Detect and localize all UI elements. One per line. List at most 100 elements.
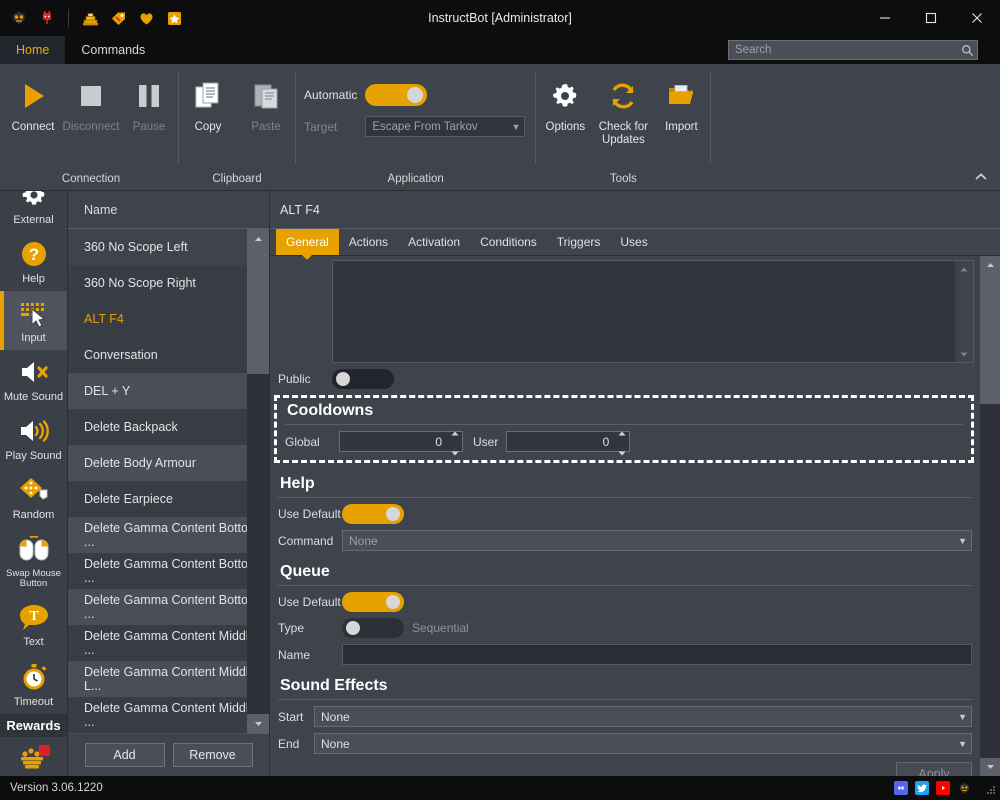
list-scrollbar[interactable]	[247, 229, 269, 734]
tab-conditions[interactable]: Conditions	[470, 229, 547, 255]
ribbon-group-clipboard: Copy Paste Clipboard	[179, 64, 295, 190]
list-item[interactable]: Conversation	[68, 337, 269, 373]
rail-item-mute-sound[interactable]: Mute Sound	[0, 350, 67, 409]
tab-general[interactable]: General	[276, 229, 339, 255]
list-item[interactable]: Delete Gamma Content Middle L...	[68, 661, 269, 697]
queue-type-value: Sequential	[412, 621, 469, 635]
discord-icon[interactable]	[894, 781, 908, 795]
scroll-up-button[interactable]	[980, 256, 1000, 274]
pause-icon	[132, 76, 166, 116]
tab-actions[interactable]: Actions	[339, 229, 398, 255]
twitter-icon[interactable]	[915, 781, 929, 795]
import-button[interactable]: Import	[652, 72, 710, 134]
list-item[interactable]: 360 No Scope Left	[68, 229, 269, 265]
tab-triggers[interactable]: Triggers	[547, 229, 611, 255]
scroll-down-button[interactable]	[980, 758, 1000, 776]
user-cooldown-stepper[interactable]: 0	[506, 431, 631, 455]
minimize-button[interactable]	[862, 0, 908, 36]
copy-button[interactable]: Copy	[179, 72, 237, 134]
list-item[interactable]: Delete Earpiece	[68, 481, 269, 517]
star-icon[interactable]	[161, 5, 187, 31]
maximize-button[interactable]	[908, 0, 954, 36]
global-cooldown-stepper[interactable]: 0	[339, 431, 463, 455]
heart-icon[interactable]	[133, 5, 159, 31]
rail-item-input[interactable]: Input	[0, 291, 67, 351]
queue-use-default-toggle[interactable]	[342, 592, 404, 612]
rail-item-swap-mouse-button[interactable]: Swap Mouse Button	[0, 528, 67, 596]
remove-button[interactable]: Remove	[172, 743, 253, 767]
stepper-up-icon[interactable]	[618, 423, 626, 441]
queue-type-toggle[interactable]	[342, 618, 404, 638]
tab-uses[interactable]: Uses	[610, 229, 657, 255]
list-item[interactable]: Delete Body Armour	[68, 445, 269, 481]
list-item[interactable]: Delete Gamma Content Bottom ...	[68, 517, 269, 553]
instructbot-icon[interactable]	[957, 781, 971, 795]
ribbon-group-connection: Connect Disconnect Pause Connection	[4, 64, 178, 190]
stepper-down-icon[interactable]	[618, 443, 626, 461]
rail-item-accumulator[interactable]: Accumulator	[0, 737, 67, 776]
queue-name-input[interactable]	[342, 644, 972, 665]
scroll-down-button[interactable]	[955, 346, 973, 362]
rail-item-timeout[interactable]: Timeout	[0, 655, 67, 714]
svg-text:?: ?	[28, 245, 38, 264]
scroll-up-button[interactable]	[247, 229, 269, 249]
help-use-default-toggle[interactable]	[342, 504, 404, 524]
paste-button[interactable]: Paste	[237, 72, 295, 134]
app-logo-icon[interactable]	[6, 5, 32, 31]
list-item[interactable]: Delete Gamma Content Bottom ...	[68, 553, 269, 589]
rail-item-play-sound[interactable]: Play Sound	[0, 409, 67, 468]
close-button[interactable]	[954, 0, 1000, 36]
rail-item-external[interactable]: External	[0, 191, 67, 232]
coins-icon[interactable]	[77, 5, 103, 31]
plug-icon[interactable]	[34, 5, 60, 31]
list-item[interactable]: Delete Gamma Content Bottom ...	[68, 589, 269, 625]
ribbon-group-application: Automatic Target Escape From Tarkov ▼ Ap…	[296, 64, 535, 190]
search-box[interactable]	[728, 40, 978, 60]
public-toggle[interactable]	[332, 369, 394, 389]
stepper-up-icon[interactable]	[451, 423, 459, 441]
description-scrollbar[interactable]	[955, 261, 973, 362]
ribbon-tab-home[interactable]: Home	[0, 36, 66, 64]
sound-end-select[interactable]: None ▼	[314, 733, 972, 754]
list-item-selected[interactable]: ALT F4	[68, 301, 269, 337]
scroll-down-button[interactable]	[247, 714, 269, 734]
help-command-select[interactable]: None ▼	[342, 530, 972, 551]
paste-label: Paste	[251, 121, 281, 133]
list-item[interactable]: 360 No Scope Right	[68, 265, 269, 301]
options-button[interactable]: Options	[536, 72, 594, 134]
list-scrollbar-thumb[interactable]	[247, 249, 269, 374]
sound-end-row: End None ▼	[270, 733, 980, 754]
pause-label: Pause	[132, 121, 166, 133]
search-input[interactable]	[729, 44, 957, 56]
search-icon[interactable]	[957, 44, 977, 57]
tag-icon[interactable]	[105, 5, 131, 31]
list-item[interactable]: Delete Backpack	[68, 409, 269, 445]
detail-scrollbar[interactable]	[980, 256, 1000, 776]
rail-item-help[interactable]: ? Help	[0, 232, 67, 291]
pause-button[interactable]: Pause	[120, 72, 178, 134]
target-select[interactable]: Escape From Tarkov ▼	[365, 116, 526, 137]
add-button[interactable]: Add	[84, 743, 165, 767]
stepper-down-icon[interactable]	[451, 443, 459, 461]
connect-button[interactable]: Connect	[4, 72, 62, 134]
scroll-up-button[interactable]	[955, 261, 973, 277]
list-item[interactable]: Delete Gamma Content Middle ...	[68, 625, 269, 661]
help-section: Help Use Default Command None ▼	[270, 469, 980, 551]
automatic-toggle[interactable]	[365, 84, 428, 106]
ribbon-tab-commands[interactable]: Commands	[65, 36, 161, 64]
list-item[interactable]: DEL + Y	[68, 373, 269, 409]
description-textarea[interactable]	[333, 261, 973, 362]
rail-item-text[interactable]: T Text	[0, 595, 67, 654]
tab-activation[interactable]: Activation	[398, 229, 470, 255]
detail-scrollbar-thumb[interactable]	[980, 274, 1000, 404]
ribbon-collapse-button[interactable]	[972, 168, 990, 186]
list-item[interactable]: Delete Gamma Content Top Ce...	[68, 733, 269, 734]
rail-item-random[interactable]: Random	[0, 468, 67, 527]
check-for-updates-button[interactable]: Check for Updates	[594, 72, 652, 147]
list-item[interactable]: Delete Gamma Content Middle ...	[68, 697, 269, 733]
apply-button[interactable]: Apply	[896, 762, 972, 776]
disconnect-button[interactable]: Disconnect	[62, 72, 120, 134]
sound-start-select[interactable]: None ▼	[314, 706, 972, 727]
youtube-icon[interactable]	[936, 781, 950, 795]
resize-grip[interactable]	[984, 782, 996, 794]
